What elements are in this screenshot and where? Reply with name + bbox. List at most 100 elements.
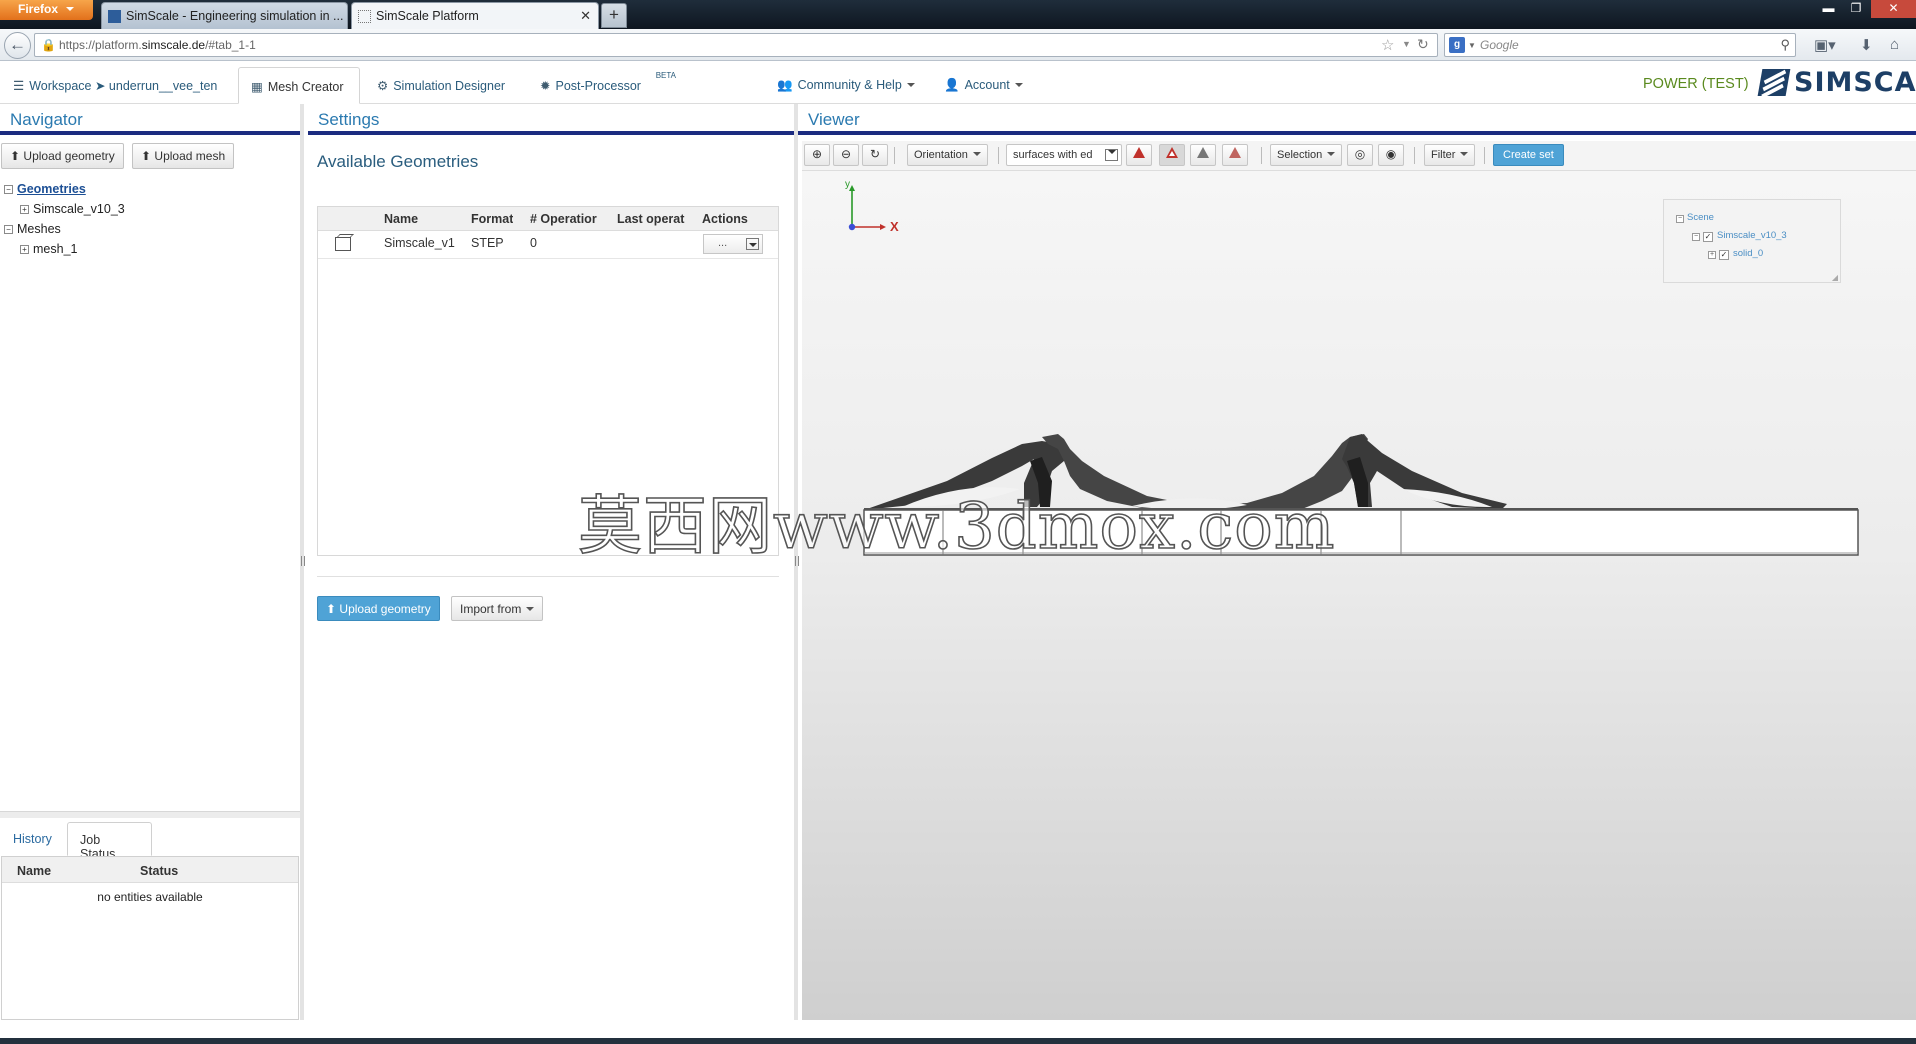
tree-node-geometry-child[interactable]: + Simscale_v10_3	[20, 202, 125, 216]
back-arrow-icon[interactable]: ←	[4, 32, 31, 59]
table-row[interactable]: Simscale_v1 STEP 0 ...	[318, 231, 778, 259]
grid-icon: ▦	[251, 80, 263, 94]
table-header: Name Status	[2, 857, 298, 883]
account-menu[interactable]: 👤 Account	[932, 67, 1035, 104]
search-engine-dropdown-icon[interactable]: ▼	[1468, 41, 1476, 50]
tree-node-meshes[interactable]: − Meshes	[4, 222, 61, 236]
browser-tab-simscale-platform[interactable]: SimScale Platform ✕	[351, 2, 599, 29]
plan-label: POWER (TEST)	[1643, 76, 1749, 92]
reset-view-icon[interactable]: ↻	[862, 144, 888, 166]
home-icon[interactable]: ⌂	[1890, 36, 1899, 53]
column-operations[interactable]: # Operatior	[530, 212, 610, 226]
tab-simulation-designer[interactable]: ⚙ Simulation Designer	[365, 67, 517, 104]
bookmarks-menu-icon[interactable]: ▣▾	[1814, 36, 1836, 54]
render-wireframe-icon[interactable]	[1190, 144, 1216, 166]
column-name[interactable]: Name	[384, 212, 418, 226]
tab-workspace[interactable]: ☰ Workspace ➤ underrun__vee_ten	[1, 67, 229, 104]
job-status-table: Name Status no entities available	[1, 856, 299, 1020]
reload-icon[interactable]: ↻	[1417, 36, 1429, 53]
tab-simulation-designer-label: Simulation Designer	[393, 79, 506, 93]
simscale-favicon-icon	[108, 10, 121, 23]
viewer-title: Viewer	[798, 104, 1916, 135]
tab-post-processor[interactable]: ✹ Post-Processor BETA	[528, 67, 678, 104]
render-points-icon[interactable]	[1222, 144, 1248, 166]
available-geometries-heading: Available Geometries	[317, 152, 479, 171]
geometry-model	[863, 434, 1859, 556]
column-name: Name	[17, 864, 52, 878]
column-actions: Actions	[702, 212, 748, 226]
browser-tab-simscale-home[interactable]: SimScale - Engineering simulation in ...	[101, 2, 348, 29]
window-minimize-button[interactable]: ▬	[1815, 0, 1842, 18]
3d-viewport[interactable]: y X − Scene − ✓ Simscale_v10_3 + ✓ solid_0 ◢	[802, 171, 1916, 1020]
search-bar[interactable]: g ▼ Google ⚲	[1444, 33, 1796, 57]
import-from-dropdown[interactable]: Import from	[451, 596, 544, 621]
navigator-resize-handle[interactable]	[0, 811, 300, 818]
divider	[317, 576, 779, 577]
create-set-button[interactable]: Create set	[1493, 144, 1564, 166]
bookmark-star-icon[interactable]: ☆	[1381, 36, 1394, 54]
download-icon[interactable]: ⬇	[1860, 36, 1873, 54]
filter-dropdown[interactable]: Filter	[1424, 144, 1476, 166]
settings-title: Settings	[308, 104, 794, 135]
collapse-toggle-icon[interactable]: −	[4, 185, 13, 194]
tree-node-mesh-child[interactable]: + mesh_1	[20, 242, 77, 256]
tab-job-status[interactable]: Job Status	[67, 822, 152, 861]
splitter-handle[interactable]	[301, 556, 305, 566]
truss-structure	[864, 434, 1858, 510]
search-icon[interactable]: ⚲	[1780, 37, 1790, 53]
expand-toggle-icon[interactable]: +	[20, 245, 29, 254]
chevron-down-icon[interactable]	[1105, 149, 1118, 161]
os-taskbar-edge	[0, 1038, 1916, 1044]
filter-label: Filter	[1431, 149, 1456, 161]
table-header: Name Format # Operatior Last operat Acti…	[318, 207, 778, 231]
upload-mesh-button[interactable]: ⬆ Upload mesh	[132, 143, 235, 169]
simscale-logo-text: SIMSCALE	[1794, 67, 1916, 98]
render-solid-icon[interactable]	[1126, 144, 1152, 166]
close-tab-icon[interactable]: ✕	[580, 8, 591, 24]
upload-mesh-label: Upload mesh	[154, 149, 226, 163]
import-from-label: Import from	[460, 602, 522, 616]
firefox-menu-button[interactable]: Firefox	[0, 0, 93, 20]
column-format[interactable]: Format	[471, 212, 513, 226]
hide-icon[interactable]: ◎	[1347, 144, 1373, 166]
orientation-dropdown[interactable]: Orientation	[907, 144, 988, 166]
collapse-toggle-icon[interactable]: −	[4, 225, 13, 234]
search-engine-icon[interactable]: g	[1449, 37, 1465, 53]
tab-mesh-creator[interactable]: ▦ Mesh Creator	[238, 67, 360, 104]
tab-workspace-label: Workspace ➤ underrun__vee_ten	[29, 79, 218, 93]
new-tab-button[interactable]: +	[601, 3, 627, 28]
history-dropdown-icon[interactable]: ▼	[1402, 39, 1411, 49]
upload-geometry-label: Upload geometry	[23, 149, 115, 163]
render-mode-label: surfaces with ed	[1013, 149, 1093, 161]
upload-geometry-primary-button[interactable]: ⬆ Upload geometry	[317, 596, 440, 621]
render-mode-select[interactable]: surfaces with ed	[1006, 144, 1122, 166]
show-icon[interactable]: ◉	[1378, 144, 1404, 166]
tab-history[interactable]: History	[1, 822, 64, 856]
viewer-toolbar: ⊕ ⊖ ↻ Orientation surfaces with ed Selec…	[802, 141, 1916, 171]
column-status: Status	[140, 864, 179, 878]
browser-tab-title: SimScale Platform	[376, 9, 479, 23]
toolbar-divider	[1484, 147, 1485, 164]
selection-dropdown[interactable]: Selection	[1270, 144, 1343, 166]
window-maximize-button[interactable]: ❐	[1843, 0, 1869, 18]
beta-badge: BETA	[655, 71, 676, 80]
zoom-out-icon[interactable]: ⊖	[833, 144, 859, 166]
tree-node-geometries[interactable]: − Geometries	[4, 182, 86, 196]
zoom-in-icon[interactable]: ⊕	[804, 144, 830, 166]
empty-message: no entities available	[97, 890, 203, 904]
geometries-link[interactable]: Geometries	[17, 182, 86, 196]
row-actions-dropdown[interactable]: ...	[703, 234, 763, 254]
gear-icon: ✹	[540, 79, 551, 93]
tree-node-label: mesh_1	[33, 242, 78, 256]
upload-geometry-button[interactable]: ⬆ Upload geometry	[1, 143, 124, 169]
expand-toggle-icon[interactable]: +	[20, 205, 29, 214]
render-surface-edges-icon[interactable]	[1159, 144, 1185, 166]
window-close-button[interactable]: ✕	[1871, 0, 1916, 18]
community-help-menu[interactable]: 👥 Community & Help	[765, 67, 927, 104]
browser-tab-title: SimScale - Engineering simulation in ...	[126, 9, 344, 23]
chevron-down-icon	[526, 607, 535, 611]
url-bar[interactable]: 🔒 https://platform.simscale.de/#tab_1-1 …	[34, 33, 1438, 57]
chevron-down-icon[interactable]	[746, 238, 759, 250]
column-last-operation[interactable]: Last operat	[617, 212, 689, 226]
browser-navbar: ← 🔒 https://platform.simscale.de/#tab_1-…	[0, 29, 1916, 61]
